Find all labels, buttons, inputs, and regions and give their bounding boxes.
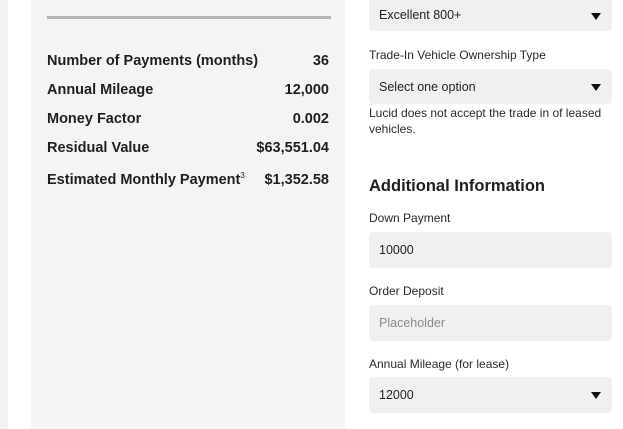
order-deposit-label: Order Deposit: [369, 284, 444, 298]
additional-information-title: Additional Information: [369, 177, 545, 195]
summary-value: 36: [312, 53, 329, 69]
summary-label: Residual Value: [47, 140, 150, 156]
annual-mileage-selected: 12000: [379, 388, 414, 402]
chevron-down-icon: [591, 83, 601, 91]
summary-label: Number of Payments (months): [47, 53, 259, 69]
summary-divider: [47, 16, 331, 19]
credit-score-select[interactable]: Excellent 800+: [369, 0, 612, 31]
summary-row-residual-value: Residual Value $63,551.04: [47, 139, 329, 157]
trade-in-selected: Select one option: [379, 79, 476, 94]
order-deposit-input[interactable]: [369, 305, 612, 341]
summary-label: Estimated Monthly Payment: [47, 171, 241, 188]
chevron-down-icon: [591, 392, 601, 399]
annual-mileage-select[interactable]: 12000: [369, 377, 612, 413]
summary-label-with-footnote: Estimated Monthly Payment3: [47, 167, 245, 189]
summary-row-estimated-monthly-payment: Estimated Monthly Payment3 $1,352.58: [47, 167, 329, 189]
trade-in-label: Trade-In Vehicle Ownership Type: [369, 48, 546, 62]
summary-label: Money Factor: [47, 111, 142, 127]
down-payment-input[interactable]: [369, 232, 612, 268]
summary-value: 0.002: [292, 111, 329, 127]
credit-score-selected: Excellent 800+: [379, 7, 462, 22]
summary-row-annual-mileage: Annual Mileage 12,000: [47, 81, 329, 99]
summary-label: Annual Mileage: [47, 82, 154, 98]
left-edge-panel: [0, 0, 8, 429]
summary-value: $1,352.58: [264, 171, 329, 188]
trade-in-note: Lucid does not accept the trade in of le…: [369, 106, 602, 136]
summary-row-money-factor: Money Factor 0.002: [47, 110, 329, 128]
annual-mileage-lease-label: Annual Mileage (for lease): [369, 357, 510, 371]
chevron-down-icon: [591, 12, 601, 20]
summary-value: $63,551.04: [256, 140, 329, 156]
trade-in-ownership-select[interactable]: Select one option: [369, 69, 612, 104]
footnote-marker: 3: [240, 171, 245, 180]
down-payment-label: Down Payment: [369, 211, 451, 225]
lease-summary-panel: Number of Payments (months) 36 Annual Mi…: [31, 0, 345, 429]
summary-row-number-of-payments: Number of Payments (months) 36: [47, 52, 329, 70]
summary-value: 12,000: [284, 82, 329, 98]
lease-calculator-page: Number of Payments (months) 36 Annual Mi…: [0, 0, 623, 429]
